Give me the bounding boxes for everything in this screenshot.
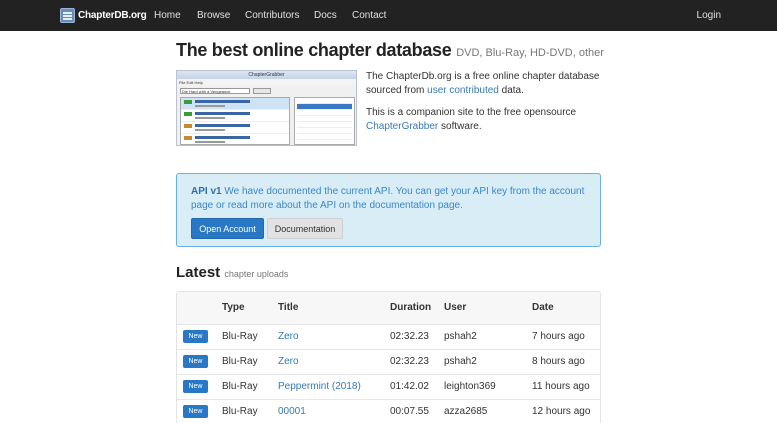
page-title: The best online chapter database DVD, Bl… — [176, 40, 604, 61]
api-info-box: API v1 We have documented the current AP… — [176, 173, 601, 247]
cell-date: 8 hours ago — [532, 348, 600, 374]
new-badge: New — [183, 355, 208, 368]
latest-uploads-table: Type Title Duration User Date New Blu-Ra… — [176, 291, 601, 423]
nav-docs[interactable]: Docs — [314, 10, 337, 21]
column-header-date: Date — [532, 292, 600, 324]
title-link[interactable]: Zero — [278, 331, 299, 342]
open-account-button[interactable]: Open Account — [191, 218, 264, 239]
table-row[interactable]: New Blu-Ray Zero 02:32.23 pshah2 8 hours… — [177, 348, 600, 374]
latest-subtitle: chapter uploads — [224, 269, 289, 279]
api-description: API v1 We have documented the current AP… — [191, 186, 585, 211]
user-contributed-link[interactable]: user contributed — [427, 85, 499, 96]
cell-type: Blu-Ray — [222, 323, 278, 349]
screenshot-chapters-list — [294, 97, 355, 145]
cell-type: Blu-Ray — [222, 398, 278, 423]
screenshot-window-title: ChapterGrabber — [177, 71, 356, 79]
cell-type: Blu-Ray — [222, 373, 278, 399]
column-header-user: User — [444, 292, 532, 324]
screenshot-result-row — [181, 122, 289, 134]
title-link[interactable]: Zero — [278, 356, 299, 367]
cell-user: pshah2 — [444, 323, 532, 349]
cell-user: leighton369 — [444, 373, 532, 399]
documentation-button[interactable]: Documentation — [267, 218, 343, 239]
nav-login[interactable]: Login — [697, 10, 721, 21]
latest-heading: Latest chapter uploads — [176, 264, 289, 281]
screenshot-menu: File Edit Help — [177, 79, 356, 86]
new-badge: New — [183, 330, 208, 343]
cell-date: 7 hours ago — [532, 323, 600, 349]
chaptergrabber-screenshot: ChapterGrabber File Edit Help Die Hard w… — [176, 70, 357, 146]
chapterdb-logo-icon — [60, 7, 75, 23]
cell-date: 12 hours ago — [532, 398, 600, 423]
table-row[interactable]: New Blu-Ray Peppermint (2018) 01:42.02 l… — [177, 373, 600, 399]
nav-home[interactable]: Home — [154, 10, 181, 21]
page-title-text: The best online chapter database — [176, 40, 452, 60]
nav-browse[interactable]: Browse — [197, 10, 230, 21]
cell-duration: 01:42.02 — [390, 373, 444, 399]
cell-duration: 02:32.23 — [390, 323, 444, 349]
brand-link[interactable]: ChapterDB.org — [60, 6, 147, 24]
page-subtitle: DVD, Blu-Ray, HD-DVD, other — [456, 47, 604, 59]
navbar: ChapterDB.org Home Browse Contributors D… — [0, 0, 777, 31]
api-version-label: API v1 — [191, 186, 222, 197]
cell-user: azza2685 — [444, 398, 532, 423]
table-row[interactable]: New Blu-Ray Zero 02:32.23 pshah2 7 hours… — [177, 323, 600, 349]
title-link[interactable]: 00001 — [278, 406, 306, 417]
nav-contributors[interactable]: Contributors — [245, 10, 299, 21]
column-header-badge — [177, 292, 222, 324]
chaptergrabber-link[interactable]: ChapterGrabber — [366, 121, 438, 132]
intro-paragraph-2: This is a companion site to the free ope… — [366, 107, 577, 132]
screenshot-search-input: Die Hard with a Vengeance — [180, 87, 250, 94]
intro-text: The ChapterDb.org is a free online chapt… — [366, 70, 606, 142]
table-header-row: Type Title Duration User Date — [177, 292, 600, 324]
new-badge: New — [183, 380, 208, 393]
table-row[interactable]: New Blu-Ray 00001 00:07.55 azza2685 12 h… — [177, 398, 600, 423]
screenshot-result-row — [181, 98, 289, 110]
cell-duration: 00:07.55 — [390, 398, 444, 423]
screenshot-results-list — [180, 97, 290, 145]
cell-date: 11 hours ago — [532, 373, 600, 399]
column-header-title: Title — [278, 292, 390, 324]
brand-name: ChapterDB.org — [78, 9, 147, 21]
screenshot-search-button — [253, 87, 271, 94]
title-link[interactable]: Peppermint (2018) — [278, 381, 361, 392]
column-header-type: Type — [222, 292, 278, 324]
intro-paragraph-1: The ChapterDb.org is a free online chapt… — [366, 71, 600, 96]
nav-contact[interactable]: Contact — [352, 10, 386, 21]
cell-duration: 02:32.23 — [390, 348, 444, 374]
column-header-duration: Duration — [390, 292, 444, 324]
new-badge: New — [183, 405, 208, 419]
screenshot-search-bar: Die Hard with a Vengeance — [177, 86, 356, 95]
cell-user: pshah2 — [444, 348, 532, 374]
screenshot-result-row — [181, 110, 289, 122]
screenshot-result-row — [181, 134, 289, 145]
cell-type: Blu-Ray — [222, 348, 278, 374]
